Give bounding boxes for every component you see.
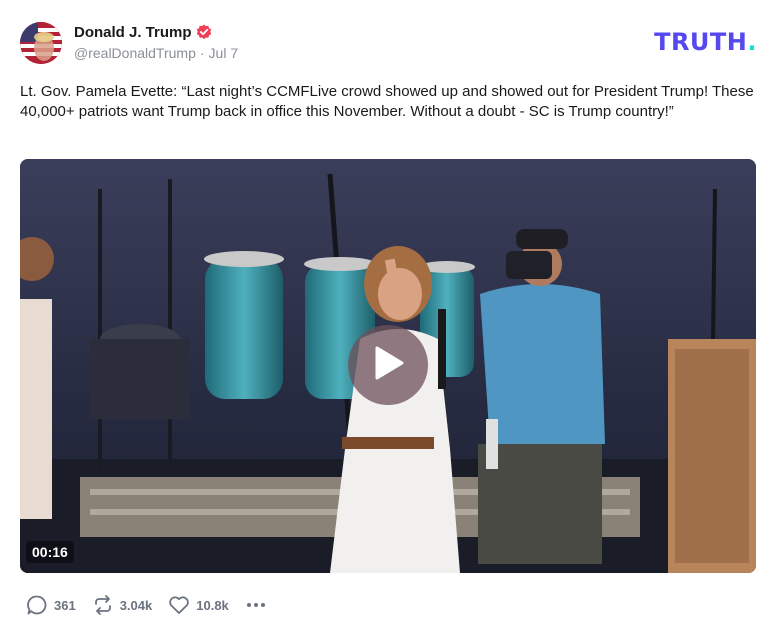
heart-icon <box>168 594 190 616</box>
retruth-icon <box>92 594 114 616</box>
post-text: Lt. Gov. Pamela Evette: “Last night’s CC… <box>20 83 754 120</box>
more-options-button[interactable] <box>245 594 267 616</box>
video-duration: 00:16 <box>26 541 74 563</box>
like-count: 10.8k <box>196 597 229 613</box>
play-icon <box>371 345 405 386</box>
author-name-row: Donald J. Trump <box>74 22 212 42</box>
truth-social-logo[interactable]: TRUTH. <box>654 28 757 56</box>
post-meta: @realDonaldTrump · Jul 7 <box>74 45 238 61</box>
reply-button[interactable]: 361 <box>26 594 76 616</box>
reply-count: 361 <box>54 597 76 613</box>
truth-post: Donald J. Trump @realDonaldTrump · Jul 7… <box>0 0 777 636</box>
more-dots-icon <box>245 594 267 616</box>
meta-separator: · <box>199 45 205 61</box>
logo-text: TRUTH <box>654 28 748 56</box>
author-avatar[interactable] <box>20 22 62 64</box>
verified-badge-icon <box>196 24 212 40</box>
logo-dot: . <box>747 28 757 56</box>
author-name[interactable]: Donald J. Trump <box>74 24 192 41</box>
reply-icon <box>26 594 48 616</box>
post-actions: 361 3.04k 10.8k <box>26 594 283 616</box>
post-date[interactable]: Jul 7 <box>209 45 239 61</box>
play-button[interactable] <box>348 325 428 405</box>
like-button[interactable]: 10.8k <box>168 594 229 616</box>
video-player[interactable]: 00:16 <box>20 159 756 573</box>
retruth-count: 3.04k <box>119 597 153 613</box>
author-handle[interactable]: @realDonaldTrump <box>74 45 196 61</box>
retruth-button[interactable]: 3.04k <box>92 594 153 616</box>
